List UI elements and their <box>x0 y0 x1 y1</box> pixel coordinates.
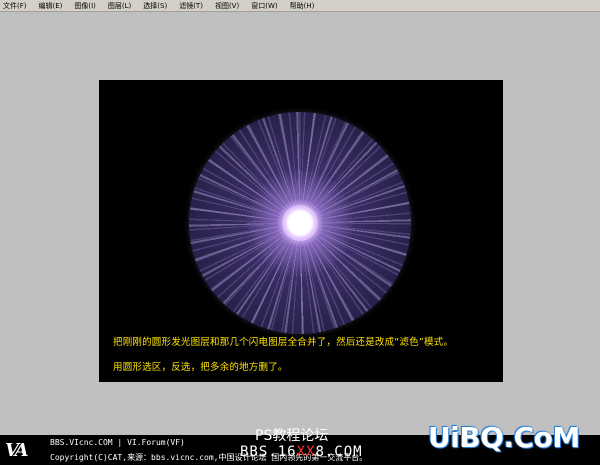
menu-help[interactable]: 帮助(H) <box>290 0 315 12</box>
menu-image[interactable]: 图像(I) <box>74 0 96 12</box>
instruction-caption-2: 用圆形选区，反选，把多余的地方删了。 <box>113 362 288 373</box>
bbs-watermark-prefix: BBS.16 <box>240 444 297 460</box>
footer-site-line: BBS.VIcnc.COM | VI.Forum(VF) <box>50 438 185 447</box>
menu-window[interactable]: 窗口(W) <box>251 0 277 12</box>
bbs-watermark-red: XX <box>296 444 316 460</box>
menu-select[interactable]: 选择(S) <box>143 0 167 12</box>
bbs-watermark-suffix: 8.COM <box>315 444 363 460</box>
uibq-watermark: UiBQ.CoM <box>428 421 580 454</box>
menu-filter[interactable]: 滤镜(T) <box>179 0 203 12</box>
va-logo: VA <box>5 440 29 461</box>
menu-bar: 文件(F) 编辑(E) 图像(I) 图层(L) 选择(S) 滤镜(T) 视图(V… <box>0 0 600 12</box>
bbs-watermark: BBS.16XX8.COM <box>240 444 363 460</box>
menu-layer[interactable]: 图层(L) <box>108 0 131 12</box>
instruction-caption-1: 把刚刚的圆形发光图层和那几个闪电图层全合并了，然后还是改成“滤色”模式。 <box>113 337 454 348</box>
ps-forum-watermark: PS教程论坛 <box>255 428 329 444</box>
orb-glow-core <box>282 205 318 241</box>
menu-file[interactable]: 文件(F) <box>3 0 27 12</box>
plasma-orb-image <box>189 112 411 334</box>
menu-edit[interactable]: 编辑(E) <box>39 0 63 12</box>
menu-view[interactable]: 视图(V) <box>215 0 239 12</box>
document-canvas[interactable]: 把刚刚的圆形发光图层和那几个闪电图层全合并了，然后还是改成“滤色”模式。 用圆形… <box>99 80 503 382</box>
